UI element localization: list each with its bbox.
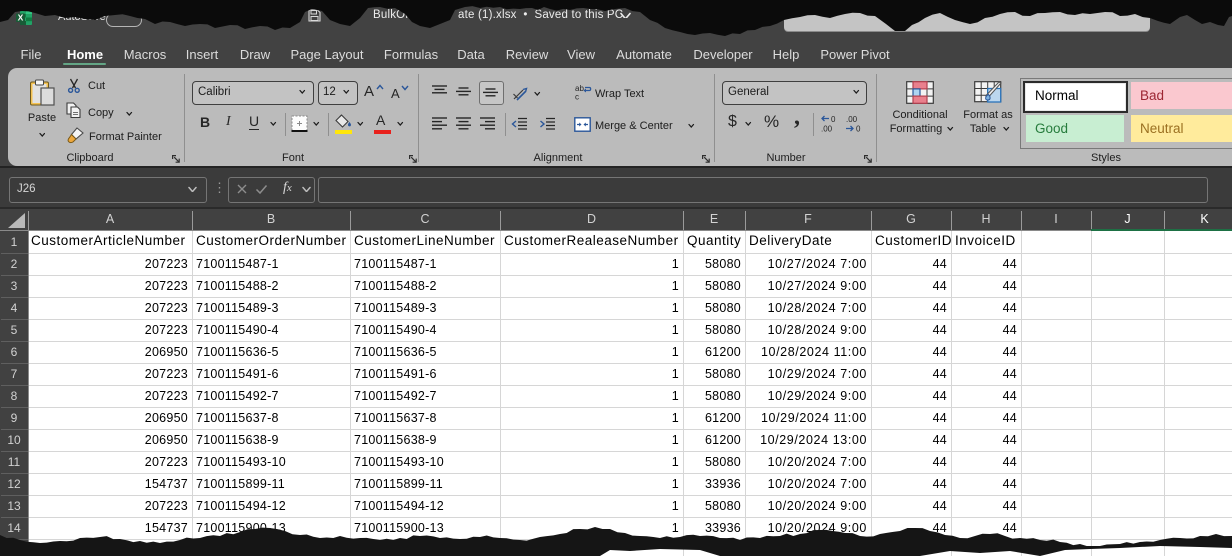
svg-text:.00: .00 (821, 125, 833, 134)
svg-text:.00: .00 (846, 115, 858, 124)
svg-text:0: 0 (856, 125, 861, 134)
svg-text:0: 0 (831, 115, 836, 124)
svg-text:c: c (575, 93, 579, 102)
